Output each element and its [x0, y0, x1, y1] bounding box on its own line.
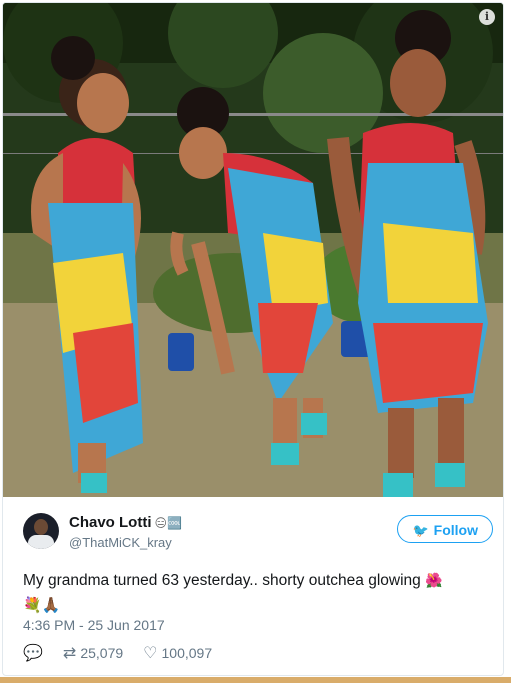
praying-hands-emoji: 🙏🏾 [41, 596, 61, 614]
avatar-figure-face [34, 519, 48, 535]
hibiscus-emoji: 🌺 [425, 573, 443, 589]
like-button[interactable]: ♡ 100,097 [143, 643, 212, 662]
avatar[interactable] [23, 513, 59, 549]
tweet-card: i Chavo Lotti 😑🆒 @ThatMiCK_kray 🐦 Follow M… [2, 2, 504, 676]
like-count: 100,097 [161, 644, 213, 661]
reply-button[interactable]: 💬 [23, 643, 43, 662]
tweet-timestamp[interactable]: 4:36 PM - 25 Jun 2017 [23, 617, 165, 633]
tweet-header: Chavo Lotti 😑🆒 @ThatMiCK_kray 🐦 Follow [23, 511, 493, 555]
retweet-icon: ⇄ [62, 643, 77, 662]
twitter-bird-icon: 🐦 [412, 523, 429, 538]
display-name[interactable]: Chavo Lotti [69, 514, 152, 531]
bouquet-emoji: 💐 [23, 596, 42, 614]
tweet-text: My grandma turned 63 yesterday.. shorty … [23, 569, 483, 618]
user-handle[interactable]: @ThatMiCK_kray [69, 535, 182, 550]
info-icon[interactable]: i [479, 9, 495, 25]
tweet-photo[interactable]: i [3, 3, 503, 497]
user-name-block[interactable]: Chavo Lotti 😑🆒 @ThatMiCK_kray [69, 514, 182, 550]
avatar-figure-body [28, 535, 54, 549]
follow-label: Follow [433, 522, 478, 538]
name-emojis: 😑🆒 [154, 516, 182, 530]
reply-icon: 💬 [23, 643, 43, 662]
follow-button[interactable]: 🐦 Follow [397, 515, 493, 543]
photo-scene [3, 3, 503, 497]
tweet-actions: 💬 ⇄ 25,079 ♡ 100,097 [23, 643, 212, 662]
retweet-button[interactable]: ⇄ 25,079 [63, 643, 123, 662]
retweet-count: 25,079 [80, 644, 124, 661]
tweet-body: My grandma turned 63 yesterday.. shorty … [23, 572, 421, 589]
page-bottom-bar [0, 677, 511, 683]
heart-icon: ♡ [143, 643, 158, 662]
